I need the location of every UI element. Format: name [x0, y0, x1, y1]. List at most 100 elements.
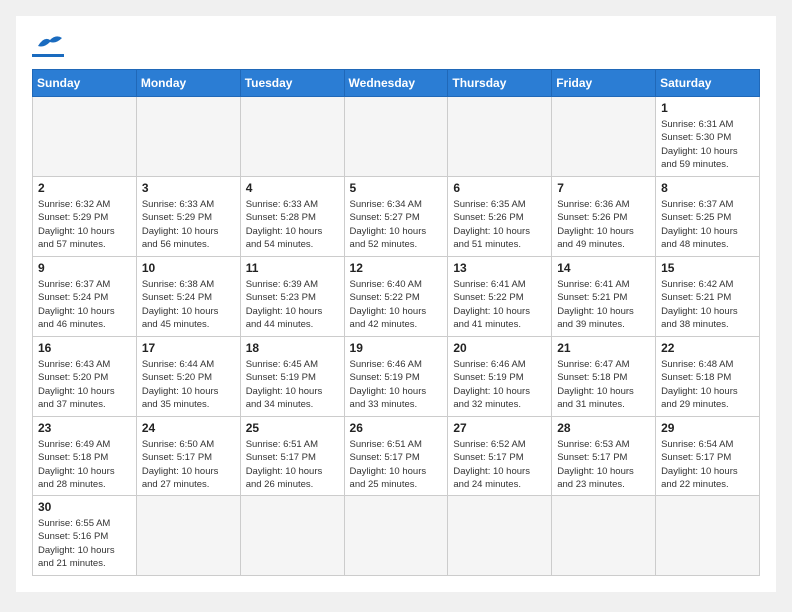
- day-number: 9: [38, 261, 131, 275]
- calendar-week-row: 16 Sunrise: 6:43 AM Sunset: 5:20 PM Dayli…: [33, 337, 760, 417]
- calendar-week-row: 2 Sunrise: 6:32 AM Sunset: 5:29 PM Daylig…: [33, 177, 760, 257]
- calendar-week-row: 23 Sunrise: 6:49 AM Sunset: 5:18 PM Dayli…: [33, 417, 760, 496]
- day-info: Sunrise: 6:35 AM Sunset: 5:26 PM Dayligh…: [453, 198, 546, 251]
- day-number: 24: [142, 421, 235, 435]
- logo-bird-icon: [36, 32, 64, 52]
- calendar-day-cell: 1 Sunrise: 6:31 AM Sunset: 5:30 PM Daylig…: [656, 97, 760, 177]
- day-info: Sunrise: 6:51 AM Sunset: 5:17 PM Dayligh…: [246, 438, 339, 491]
- day-number: 4: [246, 181, 339, 195]
- day-info: Sunrise: 6:41 AM Sunset: 5:21 PM Dayligh…: [557, 278, 650, 331]
- day-info: Sunrise: 6:37 AM Sunset: 5:24 PM Dayligh…: [38, 278, 131, 331]
- day-info: Sunrise: 6:34 AM Sunset: 5:27 PM Dayligh…: [350, 198, 443, 251]
- weekday-saturday: Saturday: [656, 70, 760, 97]
- day-number: 7: [557, 181, 650, 195]
- calendar-day-cell: 3 Sunrise: 6:33 AM Sunset: 5:29 PM Daylig…: [136, 177, 240, 257]
- day-number: 16: [38, 341, 131, 355]
- day-number: 1: [661, 101, 754, 115]
- logo: [32, 32, 64, 57]
- day-info: Sunrise: 6:55 AM Sunset: 5:16 PM Dayligh…: [38, 517, 131, 570]
- day-number: 22: [661, 341, 754, 355]
- calendar-day-cell: [552, 496, 656, 576]
- day-number: 11: [246, 261, 339, 275]
- calendar-day-cell: 23 Sunrise: 6:49 AM Sunset: 5:18 PM Dayli…: [33, 417, 137, 496]
- calendar-day-cell: 9 Sunrise: 6:37 AM Sunset: 5:24 PM Daylig…: [33, 257, 137, 337]
- day-info: Sunrise: 6:46 AM Sunset: 5:19 PM Dayligh…: [350, 358, 443, 411]
- day-number: 6: [453, 181, 546, 195]
- calendar-day-cell: 19 Sunrise: 6:46 AM Sunset: 5:19 PM Dayli…: [344, 337, 448, 417]
- weekday-friday: Friday: [552, 70, 656, 97]
- day-number: 25: [246, 421, 339, 435]
- day-number: 27: [453, 421, 546, 435]
- calendar-day-cell: [656, 496, 760, 576]
- day-info: Sunrise: 6:51 AM Sunset: 5:17 PM Dayligh…: [350, 438, 443, 491]
- day-number: 13: [453, 261, 546, 275]
- calendar-day-cell: 8 Sunrise: 6:37 AM Sunset: 5:25 PM Daylig…: [656, 177, 760, 257]
- day-number: 26: [350, 421, 443, 435]
- day-info: Sunrise: 6:46 AM Sunset: 5:19 PM Dayligh…: [453, 358, 546, 411]
- calendar-day-cell: 2 Sunrise: 6:32 AM Sunset: 5:29 PM Daylig…: [33, 177, 137, 257]
- calendar-day-cell: 15Sunrise: 6:42 AM Sunset: 5:21 PM Dayli…: [656, 257, 760, 337]
- calendar-day-cell: 25 Sunrise: 6:51 AM Sunset: 5:17 PM Dayli…: [240, 417, 344, 496]
- calendar-day-cell: 26 Sunrise: 6:51 AM Sunset: 5:17 PM Dayli…: [344, 417, 448, 496]
- day-info: Sunrise: 6:32 AM Sunset: 5:29 PM Dayligh…: [38, 198, 131, 251]
- day-info: Sunrise: 6:43 AM Sunset: 5:20 PM Dayligh…: [38, 358, 131, 411]
- calendar-day-cell: [136, 97, 240, 177]
- calendar-day-cell: [448, 496, 552, 576]
- weekday-sunday: Sunday: [33, 70, 137, 97]
- calendar-day-cell: 18 Sunrise: 6:45 AM Sunset: 5:19 PM Dayli…: [240, 337, 344, 417]
- calendar-day-cell: 14Sunrise: 6:41 AM Sunset: 5:21 PM Dayli…: [552, 257, 656, 337]
- day-number: 2: [38, 181, 131, 195]
- day-number: 30: [38, 500, 131, 514]
- day-info: Sunrise: 6:54 AM Sunset: 5:17 PM Dayligh…: [661, 438, 754, 491]
- day-info: Sunrise: 6:31 AM Sunset: 5:30 PM Dayligh…: [661, 118, 754, 171]
- calendar-day-cell: 20Sunrise: 6:46 AM Sunset: 5:19 PM Dayli…: [448, 337, 552, 417]
- calendar-week-row: 9 Sunrise: 6:37 AM Sunset: 5:24 PM Daylig…: [33, 257, 760, 337]
- day-number: 29: [661, 421, 754, 435]
- day-number: 10: [142, 261, 235, 275]
- day-number: 19: [350, 341, 443, 355]
- calendar-day-cell: 17Sunrise: 6:44 AM Sunset: 5:20 PM Dayli…: [136, 337, 240, 417]
- day-info: Sunrise: 6:37 AM Sunset: 5:25 PM Dayligh…: [661, 198, 754, 251]
- day-info: Sunrise: 6:39 AM Sunset: 5:23 PM Dayligh…: [246, 278, 339, 331]
- day-number: 12: [350, 261, 443, 275]
- day-number: 18: [246, 341, 339, 355]
- day-number: 3: [142, 181, 235, 195]
- logo-text: [32, 32, 64, 52]
- weekday-monday: Monday: [136, 70, 240, 97]
- calendar-day-cell: 29 Sunrise: 6:54 AM Sunset: 5:17 PM Dayli…: [656, 417, 760, 496]
- day-number: 23: [38, 421, 131, 435]
- day-info: Sunrise: 6:33 AM Sunset: 5:29 PM Dayligh…: [142, 198, 235, 251]
- calendar-day-cell: [33, 97, 137, 177]
- calendar-day-cell: 7 Sunrise: 6:36 AM Sunset: 5:26 PM Daylig…: [552, 177, 656, 257]
- calendar-day-cell: [240, 97, 344, 177]
- calendar-day-cell: 16 Sunrise: 6:43 AM Sunset: 5:20 PM Dayli…: [33, 337, 137, 417]
- calendar-day-cell: 24Sunrise: 6:50 AM Sunset: 5:17 PM Dayli…: [136, 417, 240, 496]
- header: [32, 32, 760, 57]
- weekday-tuesday: Tuesday: [240, 70, 344, 97]
- calendar-day-cell: 13Sunrise: 6:41 AM Sunset: 5:22 PM Dayli…: [448, 257, 552, 337]
- calendar-day-cell: [136, 496, 240, 576]
- calendar-week-row: 30 Sunrise: 6:55 AM Sunset: 5:16 PM Dayli…: [33, 496, 760, 576]
- calendar-day-cell: 22Sunrise: 6:48 AM Sunset: 5:18 PM Dayli…: [656, 337, 760, 417]
- page: SundayMondayTuesdayWednesdayThursdayFrid…: [16, 16, 776, 592]
- calendar-day-cell: [552, 97, 656, 177]
- calendar-day-cell: 27 Sunrise: 6:52 AM Sunset: 5:17 PM Dayli…: [448, 417, 552, 496]
- day-info: Sunrise: 6:49 AM Sunset: 5:18 PM Dayligh…: [38, 438, 131, 491]
- weekday-thursday: Thursday: [448, 70, 552, 97]
- calendar-day-cell: 5 Sunrise: 6:34 AM Sunset: 5:27 PM Daylig…: [344, 177, 448, 257]
- calendar-week-row: 1 Sunrise: 6:31 AM Sunset: 5:30 PM Daylig…: [33, 97, 760, 177]
- day-info: Sunrise: 6:45 AM Sunset: 5:19 PM Dayligh…: [246, 358, 339, 411]
- day-info: Sunrise: 6:33 AM Sunset: 5:28 PM Dayligh…: [246, 198, 339, 251]
- calendar-day-cell: 4 Sunrise: 6:33 AM Sunset: 5:28 PM Daylig…: [240, 177, 344, 257]
- calendar-day-cell: 6 Sunrise: 6:35 AM Sunset: 5:26 PM Daylig…: [448, 177, 552, 257]
- day-number: 8: [661, 181, 754, 195]
- calendar-day-cell: 12Sunrise: 6:40 AM Sunset: 5:22 PM Dayli…: [344, 257, 448, 337]
- day-number: 5: [350, 181, 443, 195]
- calendar-day-cell: 11 Sunrise: 6:39 AM Sunset: 5:23 PM Dayli…: [240, 257, 344, 337]
- day-info: Sunrise: 6:52 AM Sunset: 5:17 PM Dayligh…: [453, 438, 546, 491]
- calendar-day-cell: [448, 97, 552, 177]
- calendar-table: SundayMondayTuesdayWednesdayThursdayFrid…: [32, 69, 760, 576]
- day-number: 28: [557, 421, 650, 435]
- day-info: Sunrise: 6:38 AM Sunset: 5:24 PM Dayligh…: [142, 278, 235, 331]
- day-info: Sunrise: 6:36 AM Sunset: 5:26 PM Dayligh…: [557, 198, 650, 251]
